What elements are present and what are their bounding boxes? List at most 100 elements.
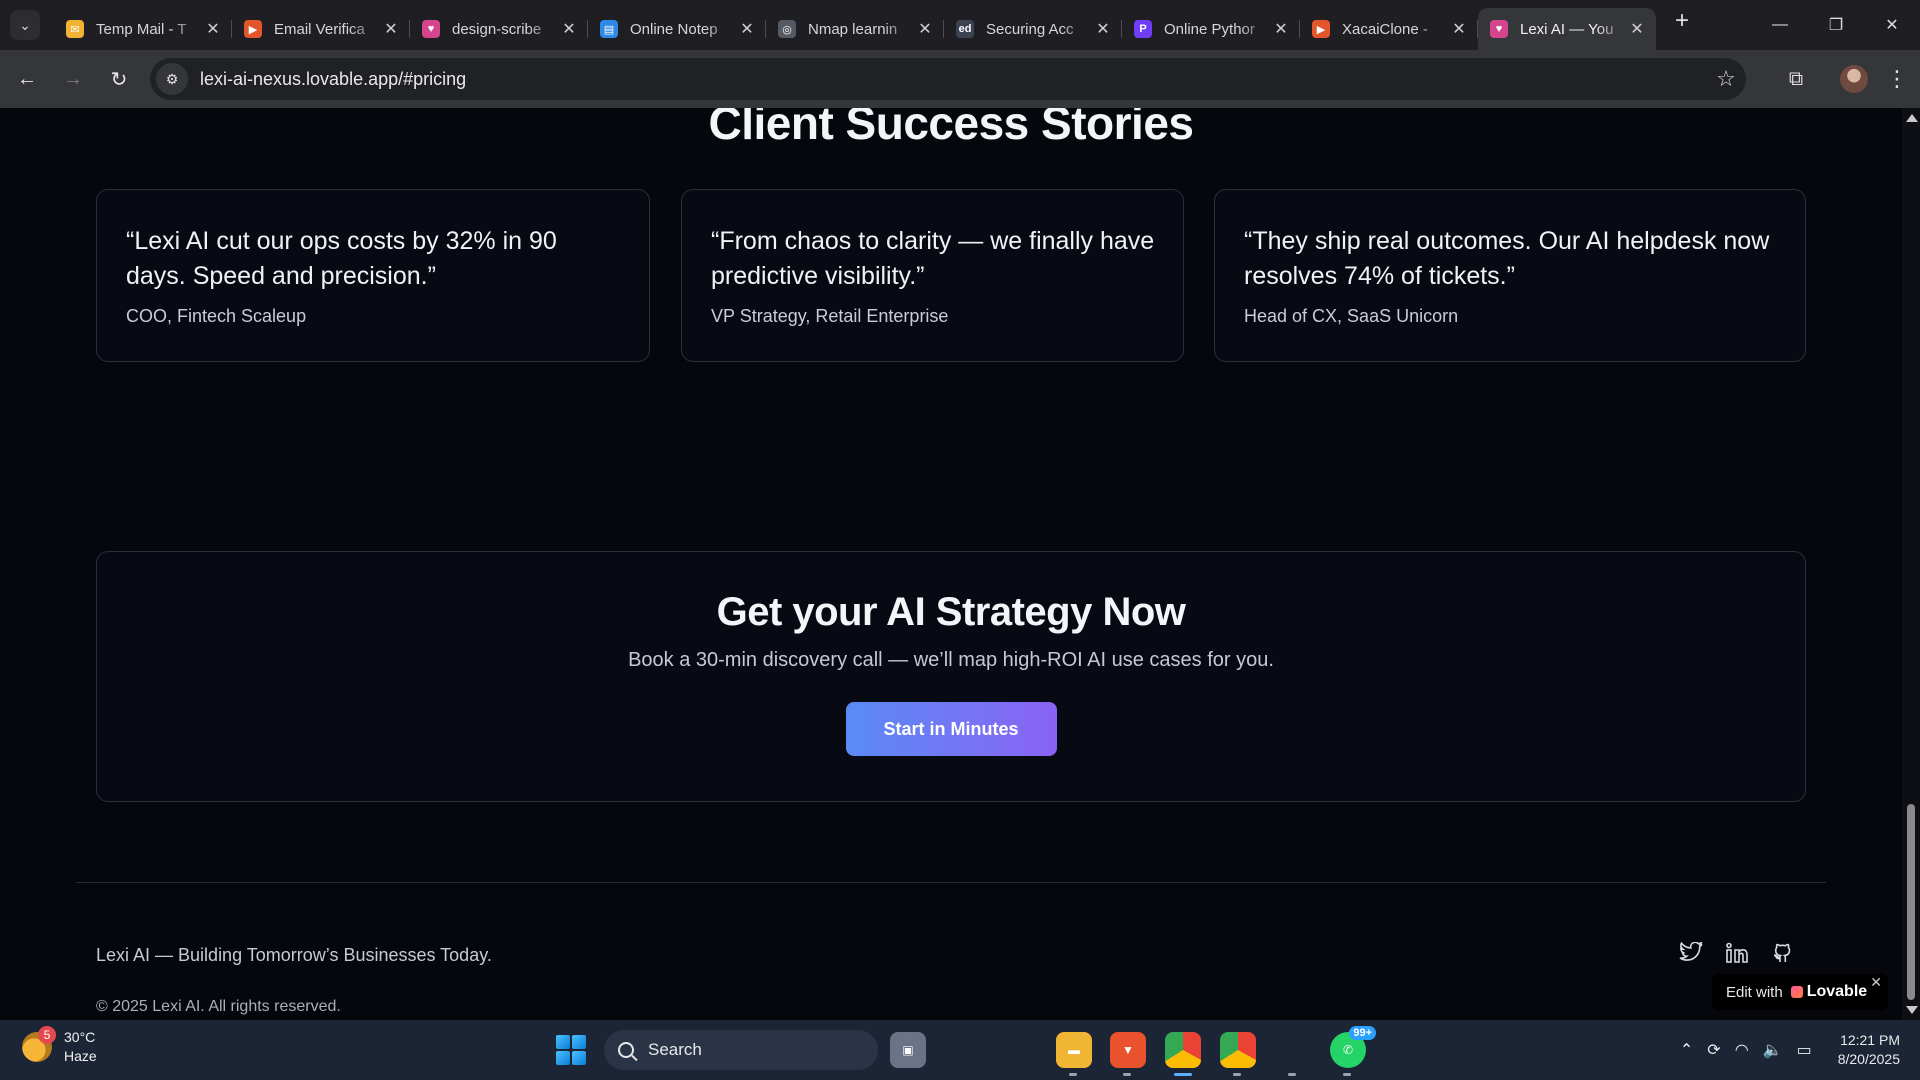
close-tab-icon[interactable]: ✕ [1094,19,1112,39]
page-viewport: Client Success Stories “Lexi AI cut our … [0,108,1902,1020]
testimonial-quote: “They ship real outcomes. Our AI helpdes… [1244,227,1770,290]
testimonial-card: “From chaos to clarity — we finally have… [681,189,1184,362]
browser-tab[interactable]: P Online Pythor ✕ [1122,8,1300,50]
browser-tab[interactable]: ▶ XacaiClone - ✕ [1300,8,1478,50]
start-in-minutes-button[interactable]: Start in Minutes [845,702,1057,756]
extensions-icon[interactable]: ⧉ [1774,68,1818,91]
chrome-profile-icon[interactable] [1220,1032,1256,1076]
weather-desc: Haze [64,1048,97,1064]
windows-logo-icon [556,1035,570,1049]
new-tab-button[interactable]: + [1666,5,1698,37]
scrollbar-thumb[interactable] [1907,804,1915,1000]
footer-tagline: Lexi AI — Building Tomorrow’s Businesses… [96,945,492,965]
system-tray: ⌃ ⟳ ◠ 🔈 ▭ 12:21 PM 8/20/2025 [1666,1020,1900,1080]
tab-favicon-icon: P [1134,20,1152,38]
task-view-icon[interactable]: ▣ [890,1032,926,1068]
close-tab-icon[interactable]: ✕ [738,19,756,39]
tune-icon: ⚙ [165,70,179,87]
browser-tab[interactable]: ◎ Nmap learnin ✕ [766,8,944,50]
battery-icon[interactable]: ▭ [1797,1040,1812,1060]
scroll-down-arrow-icon[interactable] [1906,1006,1918,1014]
tab-search-button[interactable]: ⌄ [10,10,40,40]
clock-date: 8/20/2025 [1837,1051,1900,1067]
browser-tab[interactable]: ♥ Lexi AI — You ✕ [1478,8,1656,50]
tab-title: Securing Acc [986,20,1074,38]
browser-tab[interactable]: ♥ design-scribe ✕ [410,8,588,50]
browser-toolbar: ← → ↻ ⚙ lexi-ai-nexus.lovable.app/#prici… [0,50,1920,108]
page-scrollbar[interactable] [1902,108,1920,1020]
whatsapp-icon[interactable]: ✆ 99+ [1330,1026,1376,1076]
close-tab-icon[interactable]: ✕ [382,19,400,39]
restore-button[interactable]: ❐ [1808,0,1864,50]
browser-tab[interactable]: ▶ Email Verifica ✕ [232,8,410,50]
window-controls: — ❐ ✕ [1752,0,1920,50]
testimonial-card: “Lexi AI cut our ops costs by 32% in 90 … [96,189,650,362]
browser-tab[interactable]: ✉ Temp Mail - T ✕ [54,8,232,50]
brave-browser-icon[interactable]: ▼ [1110,1032,1146,1076]
close-tab-icon[interactable]: ✕ [1628,19,1646,39]
browser-tab[interactable]: ed Securing Acc ✕ [944,8,1122,50]
scroll-up-arrow-icon[interactable] [1906,114,1918,122]
whatsapp-badge: 99+ [1349,1026,1376,1040]
url-text[interactable]: lexi-ai-nexus.lovable.app/#pricing [200,69,1706,90]
weather-temp: 30°C [64,1029,96,1045]
tab-title: Lexi AI — You [1520,20,1614,38]
testimonial-author: Head of CX, SaaS Unicorn [1244,306,1459,326]
tab-favicon-icon: ▶ [244,20,262,38]
close-tab-icon[interactable]: ✕ [1450,19,1468,39]
close-tab-icon[interactable]: ✕ [560,19,578,39]
reload-button[interactable]: ↻ [100,60,138,98]
close-window-button[interactable]: ✕ [1864,0,1920,50]
linkedin-icon[interactable] [1724,940,1750,966]
chevron-up-icon[interactable]: ⌃ [1680,1040,1693,1060]
volume-icon[interactable]: 🔈 [1763,1040,1783,1060]
weather-widget[interactable]: 5 30°C Haze [22,1026,97,1066]
file-explorer-icon[interactable]: ▬ [1056,1032,1092,1076]
close-tab-icon[interactable]: ✕ [916,19,934,39]
tab-favicon-icon: ✉ [66,20,84,38]
windows-taskbar: 5 30°C Haze Search ▣ ▬ ▼ ✆ 99+ ⌃ ⟳ ◠ 🔈 ▭ … [0,1020,1920,1080]
close-tab-icon[interactable]: ✕ [204,19,222,39]
lovable-badge[interactable]: Edit with Lovable ✕ [1712,974,1888,1010]
windows-logo-icon [572,1051,586,1065]
taskbar-search[interactable]: Search [604,1030,878,1070]
start-button[interactable] [556,1035,586,1065]
back-button[interactable]: ← [8,60,46,98]
reload-icon: ↻ [110,68,128,91]
tab-title: XacaiClone - [1342,20,1428,38]
close-tab-icon[interactable]: ✕ [1272,19,1290,39]
testimonial-quote: “From chaos to clarity — we finally have… [711,227,1155,290]
profile-avatar[interactable] [1840,65,1868,93]
cta-card: Get your AI Strategy Now Book a 30-min d… [96,551,1806,802]
lovable-heart-icon [1790,986,1803,998]
tab-favicon-icon: ▶ [1312,20,1330,38]
address-bar[interactable]: ⚙ lexi-ai-nexus.lovable.app/#pricing ☆ [150,58,1746,100]
badge-close-icon[interactable]: ✕ [1870,974,1882,991]
clock[interactable]: 12:21 PM 8/20/2025 [1838,1031,1900,1069]
windows-logo-icon [572,1035,586,1049]
testimonial-author: VP Strategy, Retail Enterprise [711,306,949,326]
taskbar-search-label: Search [648,1040,702,1059]
arrow-right-icon: → [63,67,83,90]
hidden-app-icon[interactable] [1275,1032,1311,1076]
github-icon[interactable] [1770,940,1796,966]
browser-tab[interactable]: ▤ Online Notep ✕ [588,8,766,50]
weather-badge: 5 [38,1026,56,1044]
footer-copyright: © 2025 Lexi AI. All rights reserved. [96,998,341,1015]
sync-icon[interactable]: ⟳ [1707,1040,1720,1060]
twitter-icon[interactable] [1678,940,1704,966]
tab-favicon-icon: ▤ [600,20,618,38]
lovable-badge-prefix: Edit with [1726,983,1783,1001]
minimize-button[interactable]: — [1752,0,1808,50]
site-info-button[interactable]: ⚙ [156,63,188,95]
footer-divider [76,882,1826,883]
more-menu-icon[interactable]: ⋮ [1882,66,1912,92]
tab-title: Online Pythor [1164,20,1255,38]
plus-icon: + [1674,7,1689,34]
bookmark-star-icon[interactable]: ☆ [1706,66,1746,92]
wifi-icon[interactable]: ◠ [1735,1040,1749,1060]
tab-title: Temp Mail - T [96,20,187,38]
cta-title: Get your AI Strategy Now [716,590,1186,634]
chrome-icon[interactable] [1165,1032,1201,1076]
forward-button[interactable]: → [54,60,92,98]
